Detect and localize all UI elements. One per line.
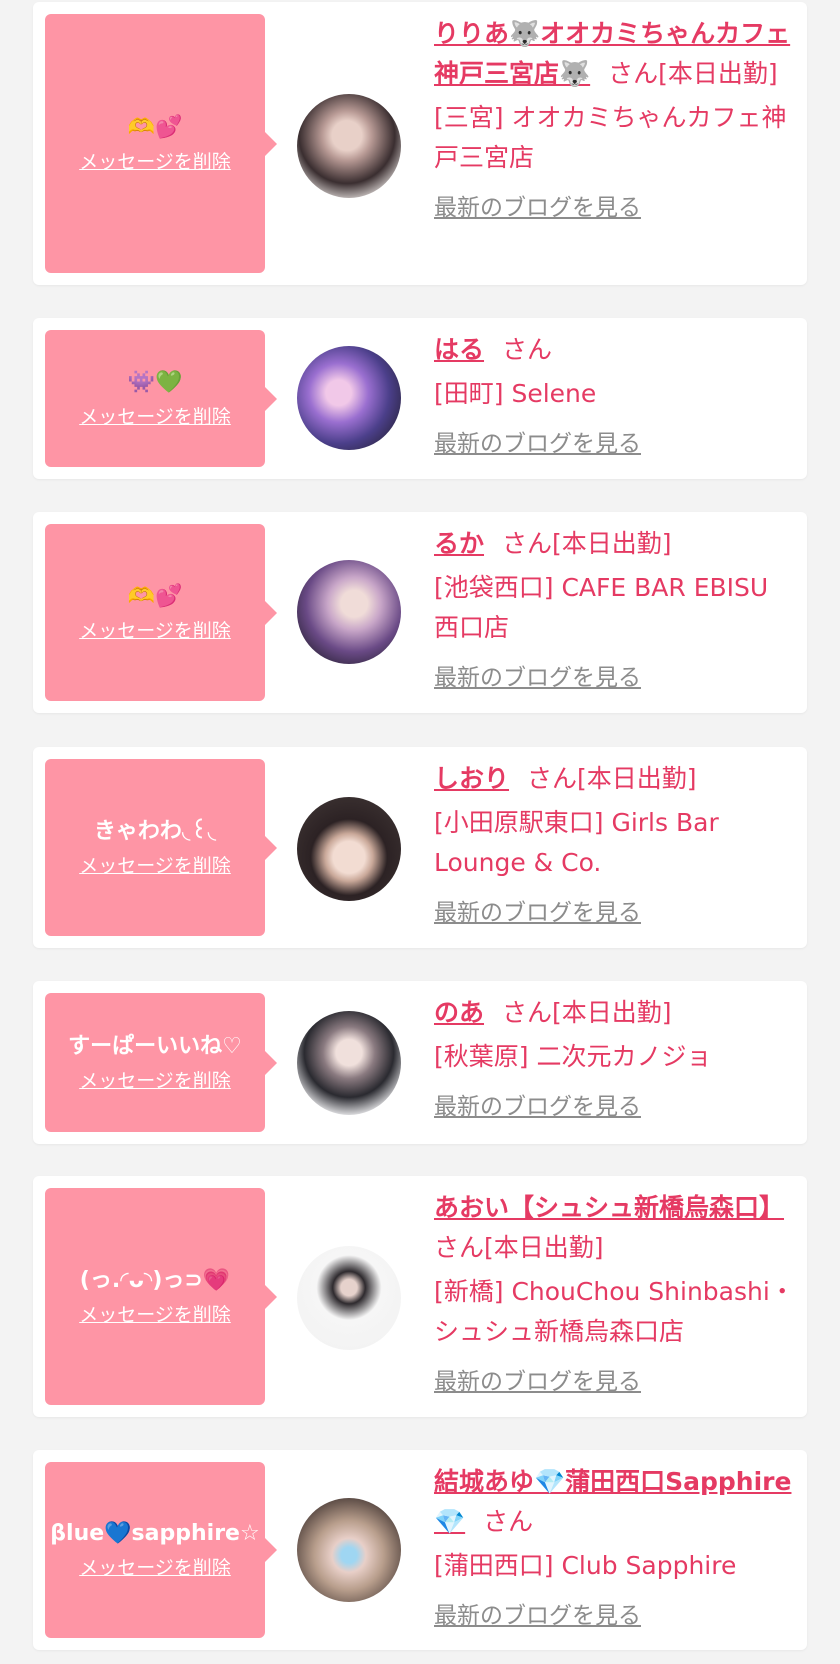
shop-label: [田町] Selene — [434, 379, 597, 408]
blog-link[interactable]: 最新のブログを見る — [434, 1087, 641, 1127]
avatar[interactable] — [297, 346, 401, 450]
message-text: (っ.◜ᴗ◝)っ⊃💗 — [79, 1267, 231, 1293]
message-text: すーぱーいいね♡ — [68, 1033, 242, 1059]
blog-link[interactable]: 最新のブログを見る — [434, 1362, 641, 1402]
shop-label: [三宮] オオカミちゃんカフェ神戸三宮店 — [434, 103, 787, 172]
cast-info: しおり さん[本日出勤] [小田原駅東口] Girls Bar Lounge & … — [434, 759, 801, 933]
cast-info: あおい【シュシュ新橋烏森口】 さん[本日出勤] [新橋] ChouChou Shi… — [434, 1188, 801, 1402]
shop-label: [小田原駅東口] Girls Bar Lounge & Co. — [434, 808, 719, 877]
message-bubble: すーぱーいいね♡ メッセージを削除 — [45, 993, 277, 1132]
avatar[interactable] — [297, 1246, 401, 1350]
cast-info: るか さん[本日出勤] [池袋西口] CAFE BAR EBISU 西口店 最新の… — [434, 524, 801, 698]
delete-message-link[interactable]: メッセージを削除 — [79, 851, 231, 881]
list-item: 🫶💕 メッセージを削除 りりあ🐺オオカミちゃんカフェ神戸三宮店🐺 さん[本日出勤]… — [33, 2, 807, 285]
delete-message-link[interactable]: メッセージを削除 — [79, 616, 231, 646]
message-bubble: (っ.◜ᴗ◝)っ⊃💗 メッセージを削除 — [45, 1188, 277, 1405]
avatar[interactable] — [297, 1011, 401, 1115]
san-label: さん[本日出勤] — [502, 998, 672, 1027]
shop-label: [秋葉原] 二次元カノジョ — [434, 1042, 712, 1071]
shop-label: [池袋西口] CAFE BAR EBISU 西口店 — [434, 573, 769, 642]
message-bubble: きゃわわ◟꒰◟ メッセージを削除 — [45, 759, 277, 936]
cast-name-link[interactable]: るか — [434, 529, 484, 558]
delete-message-link[interactable]: メッセージを削除 — [79, 1553, 231, 1583]
delete-message-link[interactable]: メッセージを削除 — [79, 147, 231, 177]
san-label: さん[本日出勤] — [434, 1233, 604, 1262]
message-text: きゃわわ◟꒰◟ — [93, 818, 217, 844]
list-item: すーぱーいいね♡ メッセージを削除 のあ さん[本日出勤] [秋葉原] 二次元カノ… — [33, 981, 807, 1144]
cast-info: りりあ🐺オオカミちゃんカフェ神戸三宮店🐺 さん[本日出勤] [三宮] オオカミちゃ… — [434, 14, 801, 228]
favorites-list: 🫶💕 メッセージを削除 りりあ🐺オオカミちゃんカフェ神戸三宮店🐺 さん[本日出勤]… — [0, 0, 840, 1664]
san-label: さん[本日出勤] — [608, 59, 778, 88]
message-bubble: 🫶💕 メッセージを削除 — [45, 14, 277, 273]
san-label: さん — [502, 335, 553, 364]
cast-name-link[interactable]: のあ — [434, 998, 484, 1027]
delete-message-link[interactable]: メッセージを削除 — [79, 1066, 231, 1096]
avatar[interactable] — [297, 560, 401, 664]
message-bubble: 🫶💕 メッセージを削除 — [45, 524, 277, 701]
avatar[interactable] — [297, 1498, 401, 1602]
message-text: 🫶💕 — [127, 583, 183, 609]
blog-link[interactable]: 最新のブログを見る — [434, 893, 641, 933]
shop-label: [新橋] ChouChou Shinbashi・シュシュ新橋烏森口店 — [434, 1277, 795, 1346]
delete-message-link[interactable]: メッセージを削除 — [79, 402, 231, 432]
message-bubble: 👾💚 メッセージを削除 — [45, 330, 277, 467]
cast-name-link[interactable]: あおい【シュシュ新橋烏森口】 — [434, 1193, 784, 1222]
message-bubble: βlue💙sapphire☆ メッセージを削除 — [45, 1462, 277, 1638]
list-item: 👾💚 メッセージを削除 はる さん [田町] Selene 最新のブログを見る — [33, 318, 807, 479]
san-label: さん — [483, 1507, 534, 1536]
cast-name-link[interactable]: はる — [434, 335, 484, 364]
list-item: きゃわわ◟꒰◟ メッセージを削除 しおり さん[本日出勤] [小田原駅東口] Gi… — [33, 747, 807, 948]
delete-message-link[interactable]: メッセージを削除 — [79, 1300, 231, 1330]
cast-name-link[interactable]: しおり — [434, 764, 509, 793]
message-text: βlue💙sapphire☆ — [50, 1521, 260, 1546]
shop-label: [蒲田西口] Club Sapphire — [434, 1551, 737, 1580]
blog-link[interactable]: 最新のブログを見る — [434, 188, 641, 228]
san-label: さん[本日出勤] — [502, 529, 672, 558]
avatar[interactable] — [297, 94, 401, 198]
cast-info: はる さん [田町] Selene 最新のブログを見る — [434, 330, 801, 464]
blog-link[interactable]: 最新のブログを見る — [434, 658, 641, 698]
list-item: 🫶💕 メッセージを削除 るか さん[本日出勤] [池袋西口] CAFE BAR E… — [33, 512, 807, 713]
san-label: さん[本日出勤] — [527, 764, 697, 793]
blog-link[interactable]: 最新のブログを見る — [434, 424, 641, 464]
avatar[interactable] — [297, 797, 401, 901]
message-text: 👾💚 — [127, 369, 183, 395]
blog-link[interactable]: 最新のブログを見る — [434, 1596, 641, 1636]
cast-info: のあ さん[本日出勤] [秋葉原] 二次元カノジョ 最新のブログを見る — [434, 993, 801, 1127]
list-item: (っ.◜ᴗ◝)っ⊃💗 メッセージを削除 あおい【シュシュ新橋烏森口】 さん[本日出… — [33, 1176, 807, 1417]
message-text: 🫶💕 — [127, 114, 183, 140]
cast-info: 結城あゆ💎蒲田西口Sapphire💎 さん [蒲田西口] Club Sapphir… — [434, 1462, 801, 1636]
list-item: βlue💙sapphire☆ メッセージを削除 結城あゆ💎蒲田西口Sapphir… — [33, 1450, 807, 1650]
